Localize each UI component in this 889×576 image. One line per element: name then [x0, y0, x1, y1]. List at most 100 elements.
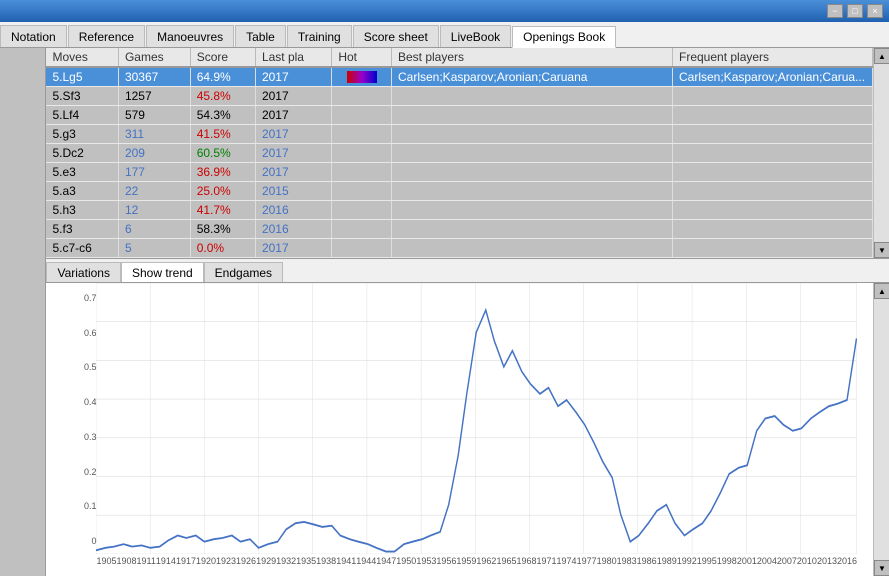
- chart-scrollbar[interactable]: ▲ ▼: [873, 283, 889, 576]
- window-controls: − □ ×: [827, 4, 883, 18]
- tab-training[interactable]: Training: [287, 25, 352, 47]
- cell-games: 30367: [118, 67, 190, 87]
- scroll-down-btn[interactable]: ▼: [874, 242, 889, 258]
- cell-best: [392, 220, 673, 239]
- close-button[interactable]: ×: [867, 4, 883, 18]
- cell-move: 5.Sf3: [46, 87, 118, 106]
- chart-container: 0.7 0.6 0.5 0.4 0.3 0.2 0.1 0: [46, 283, 889, 576]
- cell-hot: [332, 163, 392, 182]
- cell-score: 25.0%: [190, 182, 255, 201]
- cell-frequent: [673, 163, 873, 182]
- cell-best: [392, 125, 673, 144]
- tab-bar: Notation Reference Manoeuvres Table Trai…: [0, 22, 889, 48]
- cell-frequent: [673, 106, 873, 125]
- cell-last: 2017: [255, 106, 331, 125]
- table-row[interactable]: 5.g3 311 41.5% 2017: [46, 125, 872, 144]
- table-row[interactable]: 5.a3 22 25.0% 2015: [46, 182, 872, 201]
- cell-games: 12: [118, 201, 190, 220]
- cell-last: 2015: [255, 182, 331, 201]
- cell-last: 2017: [255, 67, 331, 87]
- cell-move: 5.Dc2: [46, 144, 118, 163]
- cell-frequent: [673, 239, 873, 258]
- chart-scroll-up[interactable]: ▲: [874, 283, 889, 299]
- tab-scoresheet[interactable]: Score sheet: [353, 25, 439, 47]
- vertical-scrollbar[interactable]: ▲ ▼: [873, 48, 889, 258]
- maximize-button[interactable]: □: [847, 4, 863, 18]
- tab-endgames[interactable]: Endgames: [204, 262, 283, 282]
- cell-hot: [332, 239, 392, 258]
- bottom-tab-bar: Variations Show trend Endgames: [46, 259, 889, 283]
- cell-hot: [332, 125, 392, 144]
- table-area: Moves Games Score Last pla Hot Best play…: [46, 48, 889, 259]
- cell-score: 54.3%: [190, 106, 255, 125]
- cell-score: 60.5%: [190, 144, 255, 163]
- table-row[interactable]: 5.f3 6 58.3% 2016: [46, 220, 872, 239]
- cell-move: 5.a3: [46, 182, 118, 201]
- tab-showtrend[interactable]: Show trend: [121, 262, 204, 282]
- table-row[interactable]: 5.h3 12 41.7% 2016: [46, 201, 872, 220]
- cell-hot: [332, 220, 392, 239]
- cell-hot: [332, 144, 392, 163]
- cell-frequent: Carlsen;Kasparov;Aronian;Carua...: [673, 67, 873, 87]
- table-row[interactable]: 5.c7-c6 5 0.0% 2017: [46, 239, 872, 258]
- cell-hot: [332, 201, 392, 220]
- cell-best: [392, 144, 673, 163]
- cell-frequent: [673, 201, 873, 220]
- tab-openingsbook[interactable]: Openings Book: [512, 26, 616, 48]
- chart-inner: 1905 1908 1911 1914 1917 1920 1923 1926 …: [96, 283, 857, 576]
- tab-notation[interactable]: Notation: [0, 25, 67, 47]
- table-row[interactable]: 5.Sf3 1257 45.8% 2017: [46, 87, 872, 106]
- cell-score: 0.0%: [190, 239, 255, 258]
- col-moves[interactable]: Moves: [46, 48, 118, 67]
- cell-last: 2017: [255, 87, 331, 106]
- table-row[interactable]: 5.Dc2 209 60.5% 2017: [46, 144, 872, 163]
- col-bestplayers[interactable]: Best players: [392, 48, 673, 67]
- col-lastpla[interactable]: Last pla: [255, 48, 331, 67]
- cell-frequent: [673, 125, 873, 144]
- col-frequentplayers[interactable]: Frequent players: [673, 48, 873, 67]
- chart-scroll-down[interactable]: ▼: [874, 560, 889, 576]
- x-axis-labels: 1905 1908 1911 1914 1917 1920 1923 1926 …: [96, 554, 857, 576]
- table-row[interactable]: 5.Lf4 579 54.3% 2017: [46, 106, 872, 125]
- cell-frequent: [673, 182, 873, 201]
- cell-move: 5.Lg5: [46, 67, 118, 87]
- cell-hot: [332, 106, 392, 125]
- cell-score: 41.5%: [190, 125, 255, 144]
- cell-last: 2016: [255, 201, 331, 220]
- left-panel: [0, 48, 46, 576]
- col-hot[interactable]: Hot: [332, 48, 392, 67]
- tab-reference[interactable]: Reference: [68, 25, 145, 47]
- cell-move: 5.Lf4: [46, 106, 118, 125]
- cell-games: 311: [118, 125, 190, 144]
- moves-table: Moves Games Score Last pla Hot Best play…: [46, 48, 873, 258]
- cell-frequent: [673, 87, 873, 106]
- table-row[interactable]: 5.e3 177 36.9% 2017: [46, 163, 872, 182]
- cell-score: 41.7%: [190, 201, 255, 220]
- cell-move: 5.f3: [46, 220, 118, 239]
- cell-last: 2017: [255, 144, 331, 163]
- cell-last: 2016: [255, 220, 331, 239]
- cell-score: 45.8%: [190, 87, 255, 106]
- cell-best: [392, 163, 673, 182]
- cell-best: [392, 182, 673, 201]
- tab-table[interactable]: Table: [235, 25, 286, 47]
- cell-best: Carlsen;Kasparov;Aronian;Caruana: [392, 67, 673, 87]
- right-area: Moves Games Score Last pla Hot Best play…: [46, 48, 889, 576]
- cell-last: 2017: [255, 163, 331, 182]
- col-games[interactable]: Games: [118, 48, 190, 67]
- cell-best: [392, 106, 673, 125]
- cell-move: 5.e3: [46, 163, 118, 182]
- tab-manoeuvres[interactable]: Manoeuvres: [146, 25, 234, 47]
- scroll-up-btn[interactable]: ▲: [874, 48, 889, 64]
- col-score[interactable]: Score: [190, 48, 255, 67]
- cell-games: 5: [118, 239, 190, 258]
- cell-best: [392, 239, 673, 258]
- cell-hot: [332, 67, 392, 87]
- tab-variations[interactable]: Variations: [46, 262, 120, 282]
- minimize-button[interactable]: −: [827, 4, 843, 18]
- cell-games: 1257: [118, 87, 190, 106]
- table-row[interactable]: 5.Lg5 30367 64.9% 2017 Carlsen;Kasparov;…: [46, 67, 872, 87]
- cell-games: 6: [118, 220, 190, 239]
- trend-chart-svg: [96, 283, 857, 554]
- tab-livebook[interactable]: LiveBook: [440, 25, 511, 47]
